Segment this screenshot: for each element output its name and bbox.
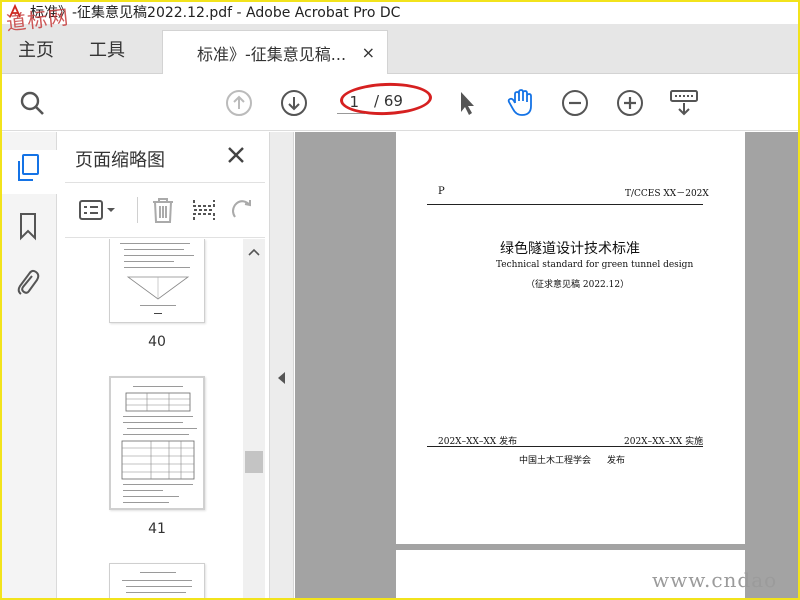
toolbar-divider: [137, 197, 138, 223]
bookmark-icon[interactable]: [12, 210, 44, 242]
collapse-arrow-icon[interactable]: [278, 372, 286, 384]
thumbnail-page-42[interactable]: [109, 563, 205, 600]
rotate-icon[interactable]: [227, 195, 257, 225]
trash-icon[interactable]: [148, 195, 178, 225]
header-rule: [427, 204, 703, 205]
document-view[interactable]: P T/CCES XX－202X 绿色隧道设计技术标准 Technical st…: [295, 132, 800, 600]
window-title: 标准》-征集意见稿2022.12.pdf - Adobe Acrobat Pro…: [30, 5, 401, 21]
page-down-icon[interactable]: [278, 87, 310, 119]
page-number-input[interactable]: [337, 90, 365, 114]
document-title-en: Technical standard for green tunnel desi…: [496, 260, 694, 270]
publisher-name: 中国土木工程学会: [519, 456, 592, 466]
thumbnail-toolbar: [65, 182, 265, 238]
thumbnail-panel-title: 页面缩略图: [75, 150, 165, 171]
hand-tool-icon[interactable]: [504, 87, 536, 119]
keyboard-icon[interactable]: [668, 87, 700, 119]
attachment-icon[interactable]: [12, 266, 44, 298]
left-rail: [0, 132, 57, 600]
select-arrow-icon[interactable]: [450, 87, 482, 119]
standard-class-code: P: [438, 186, 445, 197]
footer-rule: [427, 446, 703, 447]
thumbnail-page-number: 41: [148, 521, 166, 537]
document-title-cn: 绿色隧道设计技术标准: [500, 241, 640, 257]
search-icon[interactable]: [16, 87, 48, 119]
tab-document[interactable]: 标准》-征集意见稿... ×: [162, 30, 388, 74]
standard-number: T/CCES XX－202X: [625, 189, 709, 199]
toolbar: / 69: [0, 75, 800, 131]
close-tab-button[interactable]: ×: [362, 43, 375, 62]
thumbnails-icon[interactable]: [12, 152, 44, 184]
title-bar: 标准》-征集意见稿2022.12.pdf - Adobe Acrobat Pro…: [0, 0, 800, 24]
thumbnail-list: 40 41: [57, 239, 270, 600]
zoom-out-icon[interactable]: [559, 87, 591, 119]
scroll-up-icon[interactable]: [247, 245, 261, 259]
tab-document-label: 标准》-征集意见稿...: [197, 44, 347, 64]
thumbnail-page-40[interactable]: [109, 239, 205, 323]
thumbnail-scrollbar[interactable]: [243, 239, 265, 600]
watermark-right: www.cndao: [652, 568, 778, 592]
panel-collapse-strip[interactable]: [270, 132, 294, 600]
extract-pages-icon[interactable]: [189, 195, 219, 225]
tab-bar: 主页 工具 标准》-征集意见稿... ×: [0, 24, 800, 74]
thumbnail-options-icon[interactable]: [77, 195, 121, 225]
page-total-label: / 69: [374, 92, 403, 110]
thumbnail-panel: 页面缩略图 40 41: [57, 132, 270, 600]
thumbnail-page-41[interactable]: [109, 376, 205, 510]
zoom-in-icon[interactable]: [614, 87, 646, 119]
tab-tools[interactable]: 工具: [89, 24, 125, 74]
close-panel-button[interactable]: [223, 142, 249, 168]
page-up-icon[interactable]: [223, 87, 255, 119]
publish-label: 发布: [607, 456, 626, 466]
document-page: P T/CCES XX－202X 绿色隧道设计技术标准 Technical st…: [396, 132, 745, 544]
scrollbar-thumb[interactable]: [245, 451, 263, 473]
thumbnail-page-number: 40: [148, 334, 166, 350]
draft-note: （征求意见稿 2022.12）: [526, 280, 630, 290]
